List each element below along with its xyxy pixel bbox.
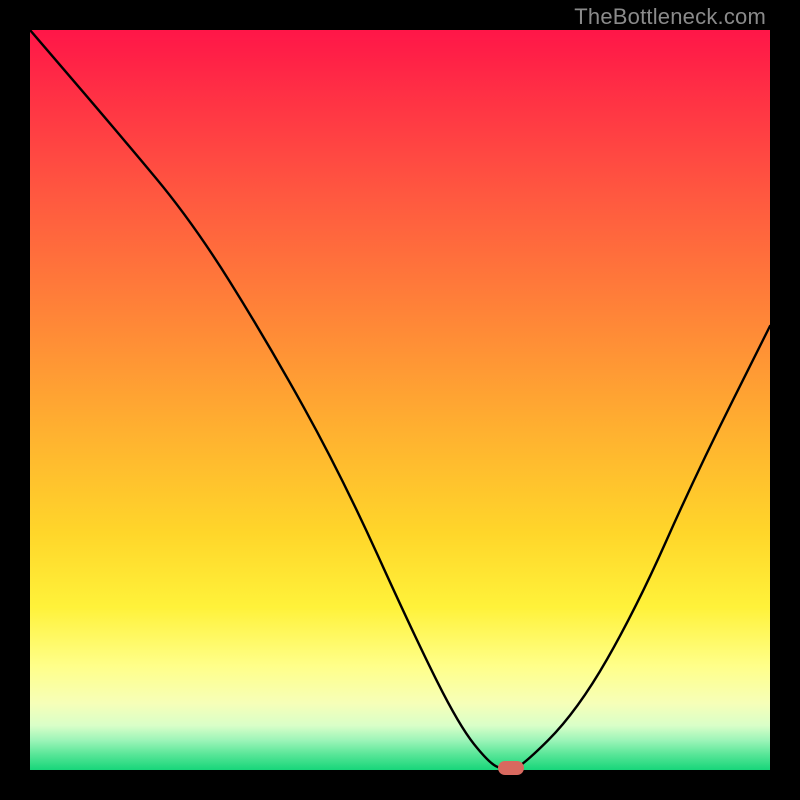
chart-frame: TheBottleneck.com [0, 0, 800, 800]
plot-area [30, 30, 770, 770]
bottleneck-curve [30, 30, 770, 770]
curve-path [30, 30, 770, 770]
optimal-marker [498, 761, 524, 775]
watermark-text: TheBottleneck.com [574, 4, 766, 30]
